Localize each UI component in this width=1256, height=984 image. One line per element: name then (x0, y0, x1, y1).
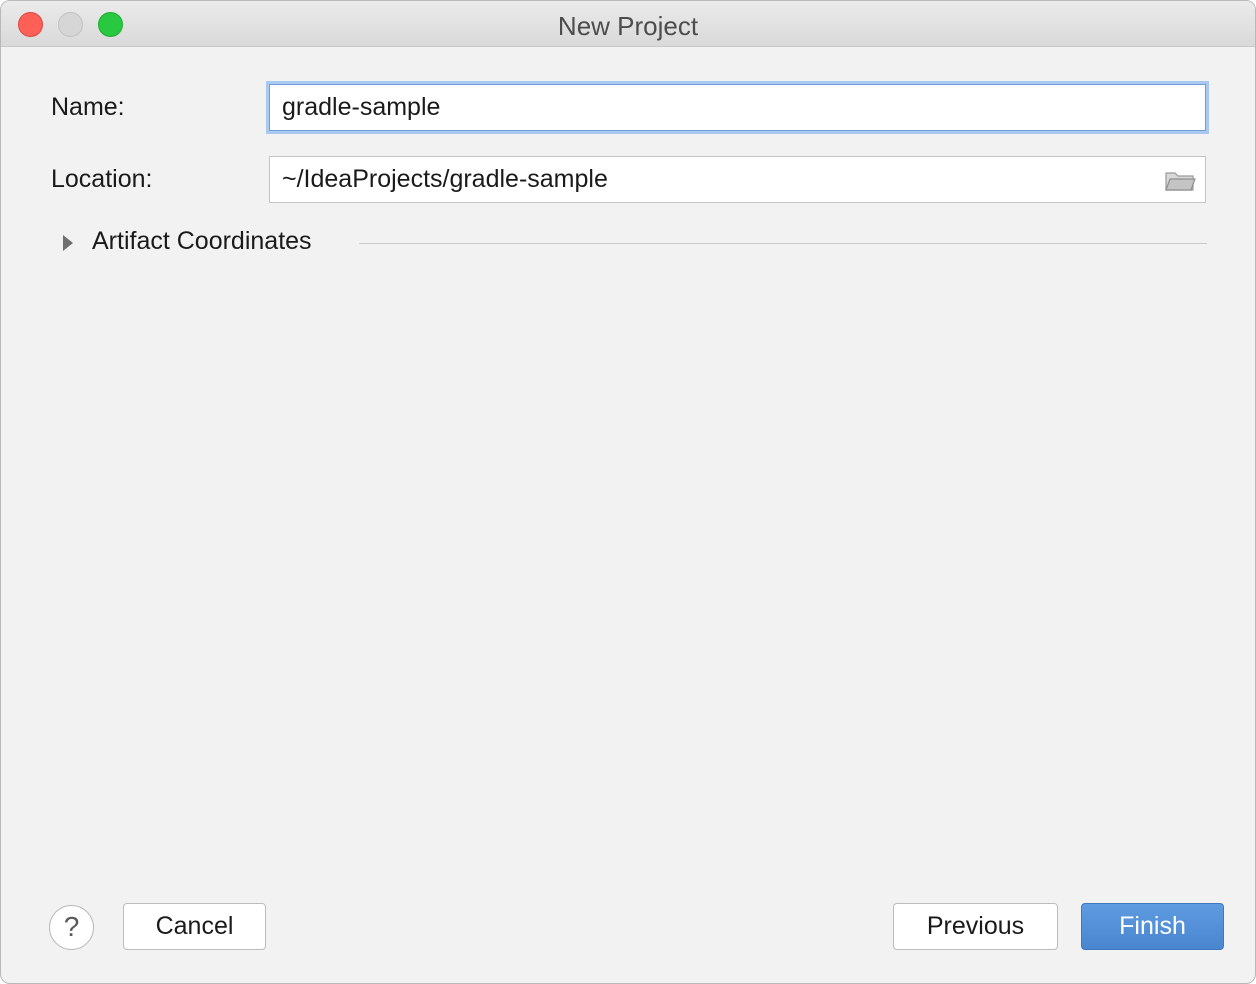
title-bar: New Project (1, 1, 1255, 47)
artifact-coordinates-title[interactable]: Artifact Coordinates (92, 227, 312, 256)
help-button[interactable]: ? (49, 905, 94, 950)
window-title: New Project (557, 11, 699, 41)
folder-icon[interactable] (1164, 169, 1196, 193)
disclosure-triangle-icon[interactable] (63, 235, 73, 251)
location-input[interactable] (269, 156, 1206, 203)
artifact-coordinates-section[interactable]: Artifact Coordinates (59, 227, 1207, 261)
previous-button[interactable]: Previous (893, 903, 1058, 950)
name-label: Name: (51, 93, 125, 121)
section-separator (359, 243, 1207, 244)
cancel-button[interactable]: Cancel (123, 903, 266, 950)
name-input[interactable] (269, 84, 1206, 131)
location-label: Location: (51, 165, 153, 193)
finish-button[interactable]: Finish (1081, 903, 1224, 950)
new-project-dialog: New Project Name: Location: Artifact Coo… (0, 0, 1256, 984)
